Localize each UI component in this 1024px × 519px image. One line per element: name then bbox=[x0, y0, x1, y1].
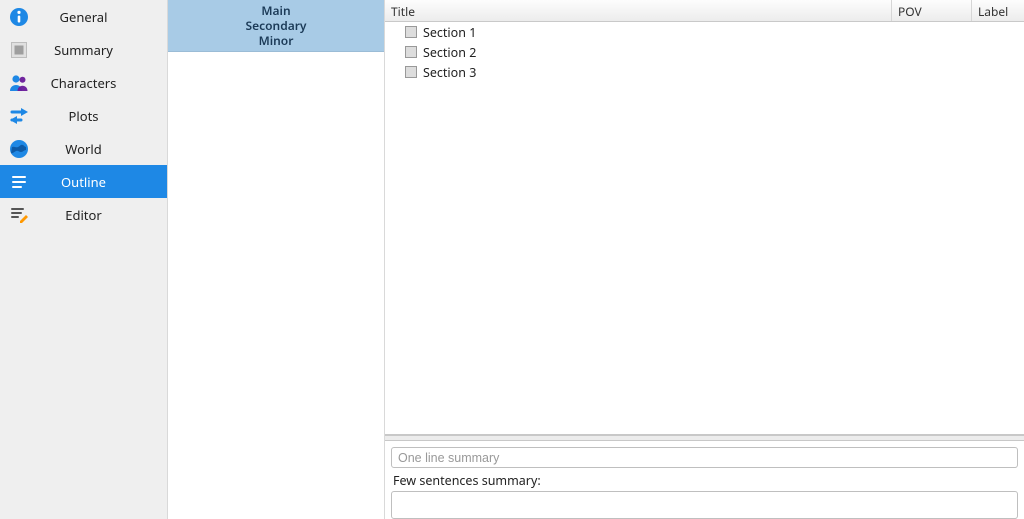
nav-item-characters[interactable]: Characters bbox=[0, 66, 167, 99]
document-icon bbox=[405, 26, 417, 38]
info-icon bbox=[8, 6, 30, 28]
plots-icon bbox=[8, 105, 30, 127]
world-icon bbox=[8, 138, 30, 160]
summary-icon bbox=[8, 39, 30, 61]
category-main: Main bbox=[168, 3, 384, 18]
editor-icon bbox=[8, 204, 30, 226]
tree-header: Title POV Label bbox=[385, 0, 1024, 22]
tree-row-title: Section 3 bbox=[423, 64, 476, 81]
one-line-summary-input[interactable] bbox=[391, 447, 1018, 468]
nav-item-summary[interactable]: Summary bbox=[0, 33, 167, 66]
few-sentences-label: Few sentences summary: bbox=[393, 472, 1018, 489]
tree-row[interactable]: Section 2 bbox=[385, 42, 1024, 62]
tree-row[interactable]: Section 3 bbox=[385, 62, 1024, 82]
nav-item-outline[interactable]: Outline bbox=[0, 165, 167, 198]
nav-item-editor[interactable]: Editor bbox=[0, 198, 167, 231]
tree-row[interactable]: Section 1 bbox=[385, 22, 1024, 42]
category-panel: Main Secondary Minor bbox=[168, 0, 385, 519]
column-label[interactable]: Label bbox=[972, 0, 1024, 21]
nav-label-summary: Summary bbox=[30, 41, 167, 59]
few-sentences-summary-input[interactable] bbox=[391, 491, 1018, 519]
tree-row-title: Section 1 bbox=[423, 24, 476, 41]
nav-label-world: World bbox=[30, 140, 167, 158]
nav-label-editor: Editor bbox=[30, 206, 167, 224]
main-area: Title POV Label Section 1 Section 2 Sect… bbox=[385, 0, 1024, 519]
document-icon bbox=[405, 46, 417, 58]
category-secondary: Secondary bbox=[168, 18, 384, 33]
nav-label-outline: Outline bbox=[30, 173, 167, 191]
category-header[interactable]: Main Secondary Minor bbox=[168, 0, 384, 52]
nav-item-plots[interactable]: Plots bbox=[0, 99, 167, 132]
characters-icon bbox=[8, 72, 30, 94]
nav-item-general[interactable]: General bbox=[0, 0, 167, 33]
category-minor: Minor bbox=[168, 33, 384, 48]
tree-row-title: Section 2 bbox=[423, 44, 476, 61]
nav-item-world[interactable]: World bbox=[0, 132, 167, 165]
nav-label-general: General bbox=[30, 8, 167, 26]
document-icon bbox=[405, 66, 417, 78]
column-pov[interactable]: POV bbox=[892, 0, 972, 21]
summary-pane: Few sentences summary: bbox=[385, 441, 1024, 519]
tree-body[interactable]: Section 1 Section 2 Section 3 bbox=[385, 22, 1024, 435]
nav-label-characters: Characters bbox=[30, 74, 167, 92]
nav-label-plots: Plots bbox=[30, 107, 167, 125]
app-root: General Summary Characters Plots World bbox=[0, 0, 1024, 519]
left-nav: General Summary Characters Plots World bbox=[0, 0, 168, 519]
outline-icon bbox=[8, 171, 30, 193]
column-title[interactable]: Title bbox=[385, 0, 892, 21]
